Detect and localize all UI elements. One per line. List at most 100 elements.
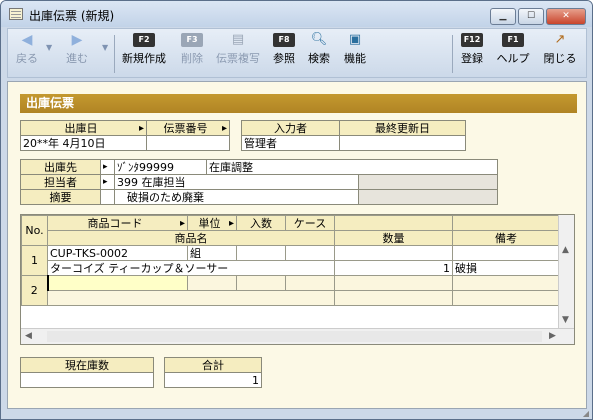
person-field[interactable]: 399 在庫担当 — [114, 174, 359, 190]
detail-grid-table: No. 商品コード 単位 入数 ケース 商品名 数量 備考 1 CUP-TKS-… — [21, 215, 560, 306]
back-button[interactable]: ◀ 戻る — [12, 33, 42, 66]
arrow-left-icon: ◀ — [21, 32, 33, 48]
table-row[interactable]: ターコイズ ティーカップ＆ソーサー 1 破損 — [22, 260, 560, 276]
qty-per-header: 入数 — [236, 215, 286, 231]
resize-grip-icon[interactable]: ◢ — [583, 409, 589, 418]
quantity-cell[interactable]: 1 — [334, 260, 453, 276]
case-header: ケース — [285, 215, 335, 231]
f1-key-icon: F1 — [502, 33, 524, 47]
product-name-cell[interactable] — [47, 290, 335, 306]
app-icon — [9, 8, 23, 20]
unit-cell[interactable] — [187, 275, 237, 291]
product-name-cell[interactable]: ターコイズ ティーカップ＆ソーサー — [47, 260, 335, 276]
scroll-down-icon[interactable]: ▼ — [562, 315, 569, 325]
vertical-scrollbar[interactable]: ▲ ▼ — [558, 215, 574, 328]
slip-no-label[interactable]: 伝票番号 — [146, 120, 230, 136]
qty-per-cell[interactable] — [236, 245, 286, 261]
person-label: 担当者 — [20, 174, 101, 190]
delete-button[interactable]: F3 削除 — [178, 33, 206, 66]
table-row[interactable]: 1 CUP-TKS-0002 組 — [21, 245, 560, 276]
quantity-cell[interactable] — [334, 290, 453, 306]
new-button[interactable]: F2 新規作成 — [118, 33, 170, 66]
destination-label: 出庫先 — [20, 159, 101, 175]
scroll-left-icon[interactable]: ◀ — [25, 331, 32, 341]
copy-icon: ▤ — [231, 32, 245, 47]
maximize-button[interactable]: ☐ — [518, 8, 544, 25]
destination-table: 出庫先 ▸ ｿﾞﾝﾀ99999 在庫調整 担当者 ▸ 399 在庫担当 摘要 破… — [20, 159, 498, 205]
close-window-button[interactable]: ✕ — [546, 8, 586, 25]
table-row[interactable]: 2 — [21, 275, 560, 306]
scroll-thumb[interactable] — [47, 331, 542, 342]
last-updated-field — [339, 135, 466, 151]
product-code-header[interactable]: 商品コード — [47, 215, 188, 231]
forward-dropdown-icon[interactable]: ▼ — [102, 43, 108, 52]
form-area: 出庫伝票 出庫日 伝票番号 入力者 最終更新日 20**年 4月10日 管理者 … — [7, 81, 587, 409]
search-icon: 🔍︎ — [310, 32, 328, 47]
register-button[interactable]: F12 登録 — [458, 33, 486, 66]
last-updated-label: 最終更新日 — [339, 120, 466, 136]
f3-key-icon: F3 — [181, 33, 203, 47]
reference-button[interactable]: F8 参照 — [270, 33, 298, 66]
header-info-table: 出庫日 伝票番号 入力者 最終更新日 20**年 4月10日 管理者 — [20, 120, 466, 151]
f12-key-icon: F12 — [461, 33, 483, 47]
search-button[interactable]: 🔍︎ 検索 — [304, 33, 334, 66]
f2-key-icon: F2 — [133, 33, 155, 47]
destination-name-field: 在庫調整 — [206, 159, 498, 175]
copy-slip-button[interactable]: ▤ 伝票複写 — [212, 33, 264, 66]
f8-key-icon: F8 — [273, 33, 295, 47]
functions-icon: ▣ — [348, 32, 362, 47]
note-header: 備考 — [452, 230, 560, 246]
total-value: 1 — [164, 372, 262, 388]
horizontal-scrollbar[interactable]: ◀ ▶ — [21, 328, 574, 344]
toolbar-divider — [114, 35, 115, 73]
note-cell[interactable] — [452, 290, 560, 306]
exit-icon: ↗ — [554, 32, 566, 47]
case-cell[interactable] — [285, 245, 335, 261]
total-table: 合計 1 — [164, 357, 262, 388]
functions-button[interactable]: ▣ 機能 — [340, 33, 370, 66]
entered-by-label: 入力者 — [241, 120, 340, 136]
product-code-cell-active[interactable] — [46, 275, 188, 291]
toolbar: ◀ 戻る ▼ ▶ 進む ▼ F2 新規作成 F3 削除 ▤ 伝票複写 F8 参照 🔍︎ 検索 … — [7, 28, 587, 78]
person-lookup-icon[interactable]: ▸ — [100, 174, 115, 190]
row-number: 2 — [21, 275, 48, 306]
summary-label: 摘要 — [20, 189, 101, 205]
window: 出庫伝票 (新規) ▁ ☐ ✕ ◀ 戻る ▼ ▶ 進む ▼ F2 新規作成 F3 削除 … — [0, 0, 593, 420]
destination-lookup-icon[interactable]: ▸ — [100, 159, 115, 175]
stock-table: 現在庫数 — [20, 357, 154, 388]
title-bar: 出庫伝票 (新規) ▁ ☐ ✕ — [1, 1, 592, 27]
entered-by-field: 管理者 — [241, 135, 340, 151]
toolbar-divider — [452, 35, 453, 73]
window-title: 出庫伝票 (新規) — [29, 9, 115, 23]
minimize-button[interactable]: ▁ — [490, 8, 516, 25]
back-dropdown-icon[interactable]: ▼ — [46, 43, 52, 52]
arrow-right-icon: ▶ — [71, 32, 83, 48]
product-name-header: 商品名 — [47, 230, 335, 246]
case-cell[interactable] — [285, 275, 335, 291]
destination-code-field[interactable]: ｿﾞﾝﾀ99999 — [114, 159, 207, 175]
help-button[interactable]: F1 ヘルプ — [492, 33, 534, 66]
form-header: 出庫伝票 — [20, 94, 577, 113]
slip-no-field[interactable] — [146, 135, 230, 151]
forward-button[interactable]: ▶ 進む — [62, 33, 92, 66]
ship-date-label[interactable]: 出庫日 — [20, 120, 147, 136]
summary-field[interactable]: 破損のため廃棄 — [114, 189, 359, 205]
unit-cell[interactable]: 組 — [187, 245, 237, 261]
quantity-header: 数量 — [334, 230, 453, 246]
scroll-right-icon[interactable]: ▶ — [549, 331, 556, 341]
unit-header[interactable]: 単位 — [187, 215, 237, 231]
qty-per-cell[interactable] — [236, 275, 286, 291]
scroll-up-icon[interactable]: ▲ — [562, 245, 569, 255]
product-code-cell[interactable]: CUP-TKS-0002 — [47, 245, 188, 261]
no-header: No. — [21, 215, 48, 246]
row-number: 1 — [21, 245, 48, 276]
total-label: 合計 — [164, 357, 262, 373]
status-bar: ◢ — [1, 409, 592, 419]
stock-label: 現在庫数 — [20, 357, 154, 373]
stock-value — [20, 372, 154, 388]
note-cell[interactable]: 破損 — [452, 260, 560, 276]
detail-grid: No. 商品コード 単位 入数 ケース 商品名 数量 備考 1 CUP-TKS-… — [20, 214, 575, 345]
ship-date-field[interactable]: 20**年 4月10日 — [20, 135, 147, 151]
close-button[interactable]: ↗ 閉じる — [540, 33, 580, 66]
table-row[interactable] — [22, 290, 560, 306]
